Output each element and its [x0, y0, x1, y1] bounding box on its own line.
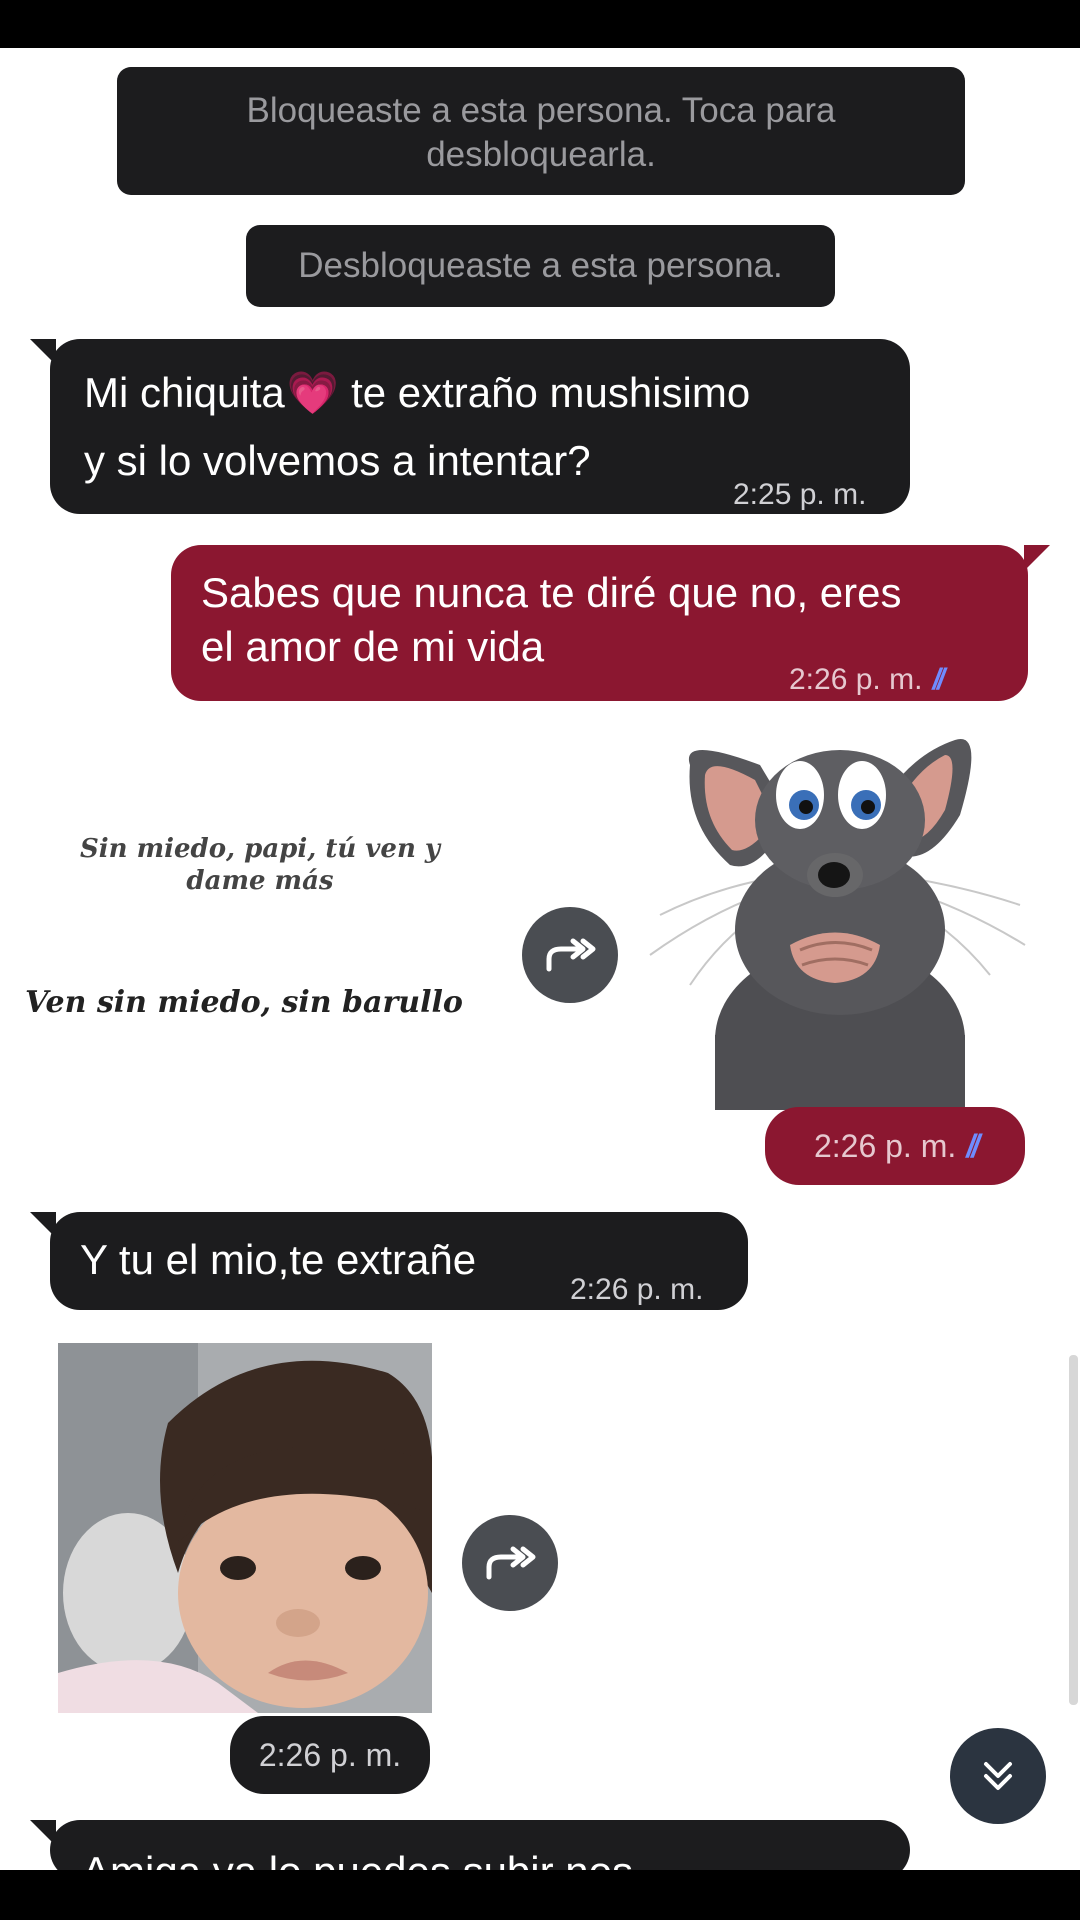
- mouse-sticker-image: [649, 738, 1026, 1135]
- incoming-message[interactable]: Y tu el mio,te extrañe 2:26 p. m.: [30, 1212, 748, 1310]
- forward-button[interactable]: [462, 1515, 558, 1611]
- unblocked-notice-text: Desbloqueaste a esta persona.: [298, 246, 783, 285]
- forward-icon: [486, 1546, 536, 1580]
- message-time: 2:25 p. m.: [733, 478, 867, 511]
- message-text: Mi chiquita💗 te extraño mushisimo: [84, 365, 750, 421]
- navigation-bar: [0, 1870, 1080, 1920]
- blocked-notice[interactable]: Bloqueaste a esta persona. Toca para des…: [117, 67, 965, 195]
- bubble-tail: [30, 1820, 56, 1846]
- forward-icon: [546, 938, 596, 972]
- outgoing-message[interactable]: Sabes que nunca te diré que no, eres el …: [171, 545, 1050, 701]
- message-time: 2:26 p. m.: [258, 1736, 402, 1773]
- bubble-tail: [30, 1212, 56, 1238]
- message-meta: 2:26 p. m. //: [789, 652, 945, 708]
- bubble-tail: [1024, 545, 1050, 571]
- message-text: Y tu el mio,te extrañe: [80, 1236, 477, 1283]
- message-text-line2: el amor de mi vida: [201, 623, 545, 670]
- message-text-part: Mi chiquita: [84, 369, 285, 416]
- message-text-line2: y si lo volvemos a intentar?: [84, 437, 591, 484]
- unblocked-notice: Desbloqueaste a esta persona.: [246, 225, 835, 307]
- message-text-part: te extraño mushisimo: [351, 369, 751, 416]
- message-time: 2:26 p. m.: [570, 1273, 704, 1306]
- double-chevron-down-icon: [984, 1762, 1012, 1790]
- baby-photo[interactable]: [58, 1343, 432, 1713]
- lyric-line: Sin miedo, papi, tú ven y: [79, 834, 441, 864]
- heart-emoji-icon: 💗: [286, 368, 340, 417]
- status-bar: [0, 0, 1080, 48]
- forward-button[interactable]: [522, 907, 618, 1003]
- message-time: 2:26 p. m.: [789, 663, 923, 696]
- double-check-icon: //: [932, 663, 945, 696]
- bubble-tail: [30, 339, 56, 365]
- lyric-line: dame más: [186, 866, 334, 896]
- lyric-overlay-2: Ven sin miedo, sin barullo: [25, 985, 463, 1020]
- mouse-sticker[interactable]: [640, 725, 1030, 1135]
- baby-photo-image: [58, 1343, 432, 1713]
- message-time: 2:26 p. m.: [813, 1127, 957, 1164]
- lyric-overlay-1: Sin miedo, papi, tú ven y dame más: [40, 833, 480, 897]
- scroll-to-bottom-button[interactable]: [950, 1728, 1046, 1824]
- incoming-message[interactable]: Mi chiquita💗 te extraño mushisimo y si lo…: [30, 339, 910, 514]
- scrollbar[interactable]: [1069, 1355, 1078, 1705]
- message-text-line1: Sabes que nunca te diré que no, eres: [201, 569, 902, 616]
- double-check-icon: //: [966, 1127, 980, 1164]
- photo-time-pill: 2:26 p. m.: [230, 1716, 430, 1794]
- sticker-time-pill: 2:26 p. m.//: [765, 1107, 1025, 1185]
- blocked-notice-text: Bloqueaste a esta persona. Toca para des…: [246, 91, 836, 174]
